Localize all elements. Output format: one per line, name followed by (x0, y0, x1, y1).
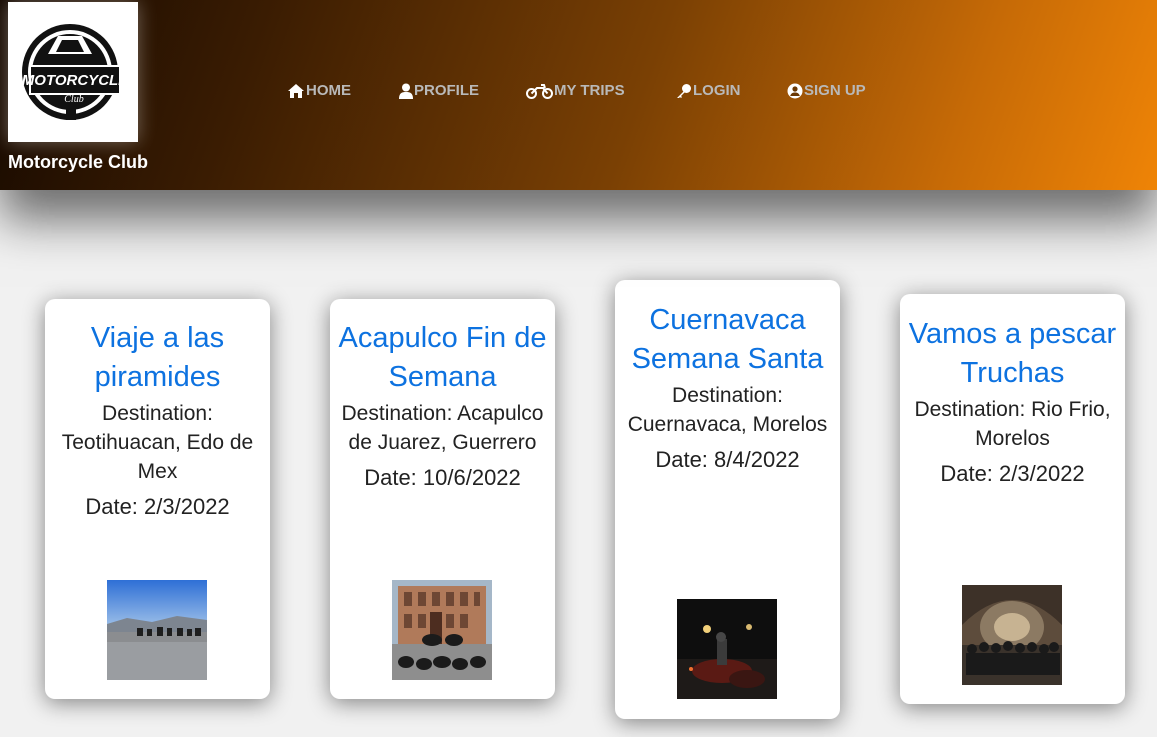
trip-title[interactable]: Acapulco Fin de Semana (338, 319, 547, 397)
trip-card[interactable]: Acapulco Fin de Semana Destination: Acap… (330, 299, 555, 699)
trip-card[interactable]: Viaje a las piramides Destination: Teoti… (45, 299, 270, 699)
trip-destination: Destination: Acapulco de Juarez, Guerrer… (341, 402, 544, 454)
acapulco-building-photo-icon (392, 580, 492, 680)
nav-my-trips[interactable]: MY TRIPS (526, 82, 625, 99)
user-circle-icon (787, 83, 803, 98)
brand-name[interactable]: Motorcycle Club (8, 152, 148, 173)
trip-photo[interactable] (392, 580, 492, 680)
trip-date: Date: 10/6/2022 (364, 465, 521, 490)
nav-profile[interactable]: PROFILE (399, 82, 479, 99)
trip-photo[interactable] (107, 580, 207, 680)
home-icon (288, 83, 304, 98)
trip-destination: Destination: Cuernavaca, Morelos (627, 384, 828, 436)
trip-title[interactable]: Vamos a pescar Truchas (908, 315, 1117, 393)
trip-title[interactable]: Viaje a las piramides (53, 319, 262, 397)
motorcycle-club-logo-icon: MOTORCYCLE Club (22, 24, 129, 120)
key-icon (677, 83, 691, 98)
site-header: MOTORCYCLE Club Motorcycle Club HOME PRO… (0, 0, 1157, 190)
trip-date: Date: 2/3/2022 (940, 461, 1085, 486)
group-tunnel-photo-icon (962, 585, 1062, 685)
trip-card[interactable]: Cuernavaca Semana Santa Destination: Cue… (615, 280, 840, 719)
nav-login-label: LOGIN (693, 82, 741, 99)
trip-title[interactable]: Cuernavaca Semana Santa (623, 301, 832, 379)
trip-photo[interactable] (677, 599, 777, 699)
trip-date: Date: 2/3/2022 (85, 494, 230, 519)
nav-sign-up[interactable]: SIGN UP (787, 82, 866, 99)
trip-photo[interactable] (962, 585, 1062, 685)
user-icon (399, 83, 413, 99)
nav-home-label: HOME (306, 82, 351, 99)
logo-text-top: MOTORCYCLE (22, 72, 129, 89)
nav-sign-up-label: SIGN UP (804, 82, 866, 99)
motorcycle-icon (526, 83, 553, 99)
trip-destination: Destination: Rio Frio, Morelos (914, 398, 1111, 450)
trip-card[interactable]: Vamos a pescar Truchas Destination: Rio … (900, 294, 1125, 704)
club-logo[interactable]: MOTORCYCLE Club (8, 2, 138, 142)
night-ride-photo-icon (677, 599, 777, 699)
nav-home[interactable]: HOME (287, 82, 351, 99)
nav-login[interactable]: LOGIN (676, 82, 741, 99)
nav-profile-label: PROFILE (414, 82, 480, 99)
trip-destination: Destination: Teotihuacan, Edo de Mex (61, 402, 254, 483)
nav-my-trips-label: MY TRIPS (554, 82, 625, 99)
pyramids-ride-photo-icon (107, 580, 207, 680)
trip-date: Date: 8/4/2022 (655, 447, 800, 472)
